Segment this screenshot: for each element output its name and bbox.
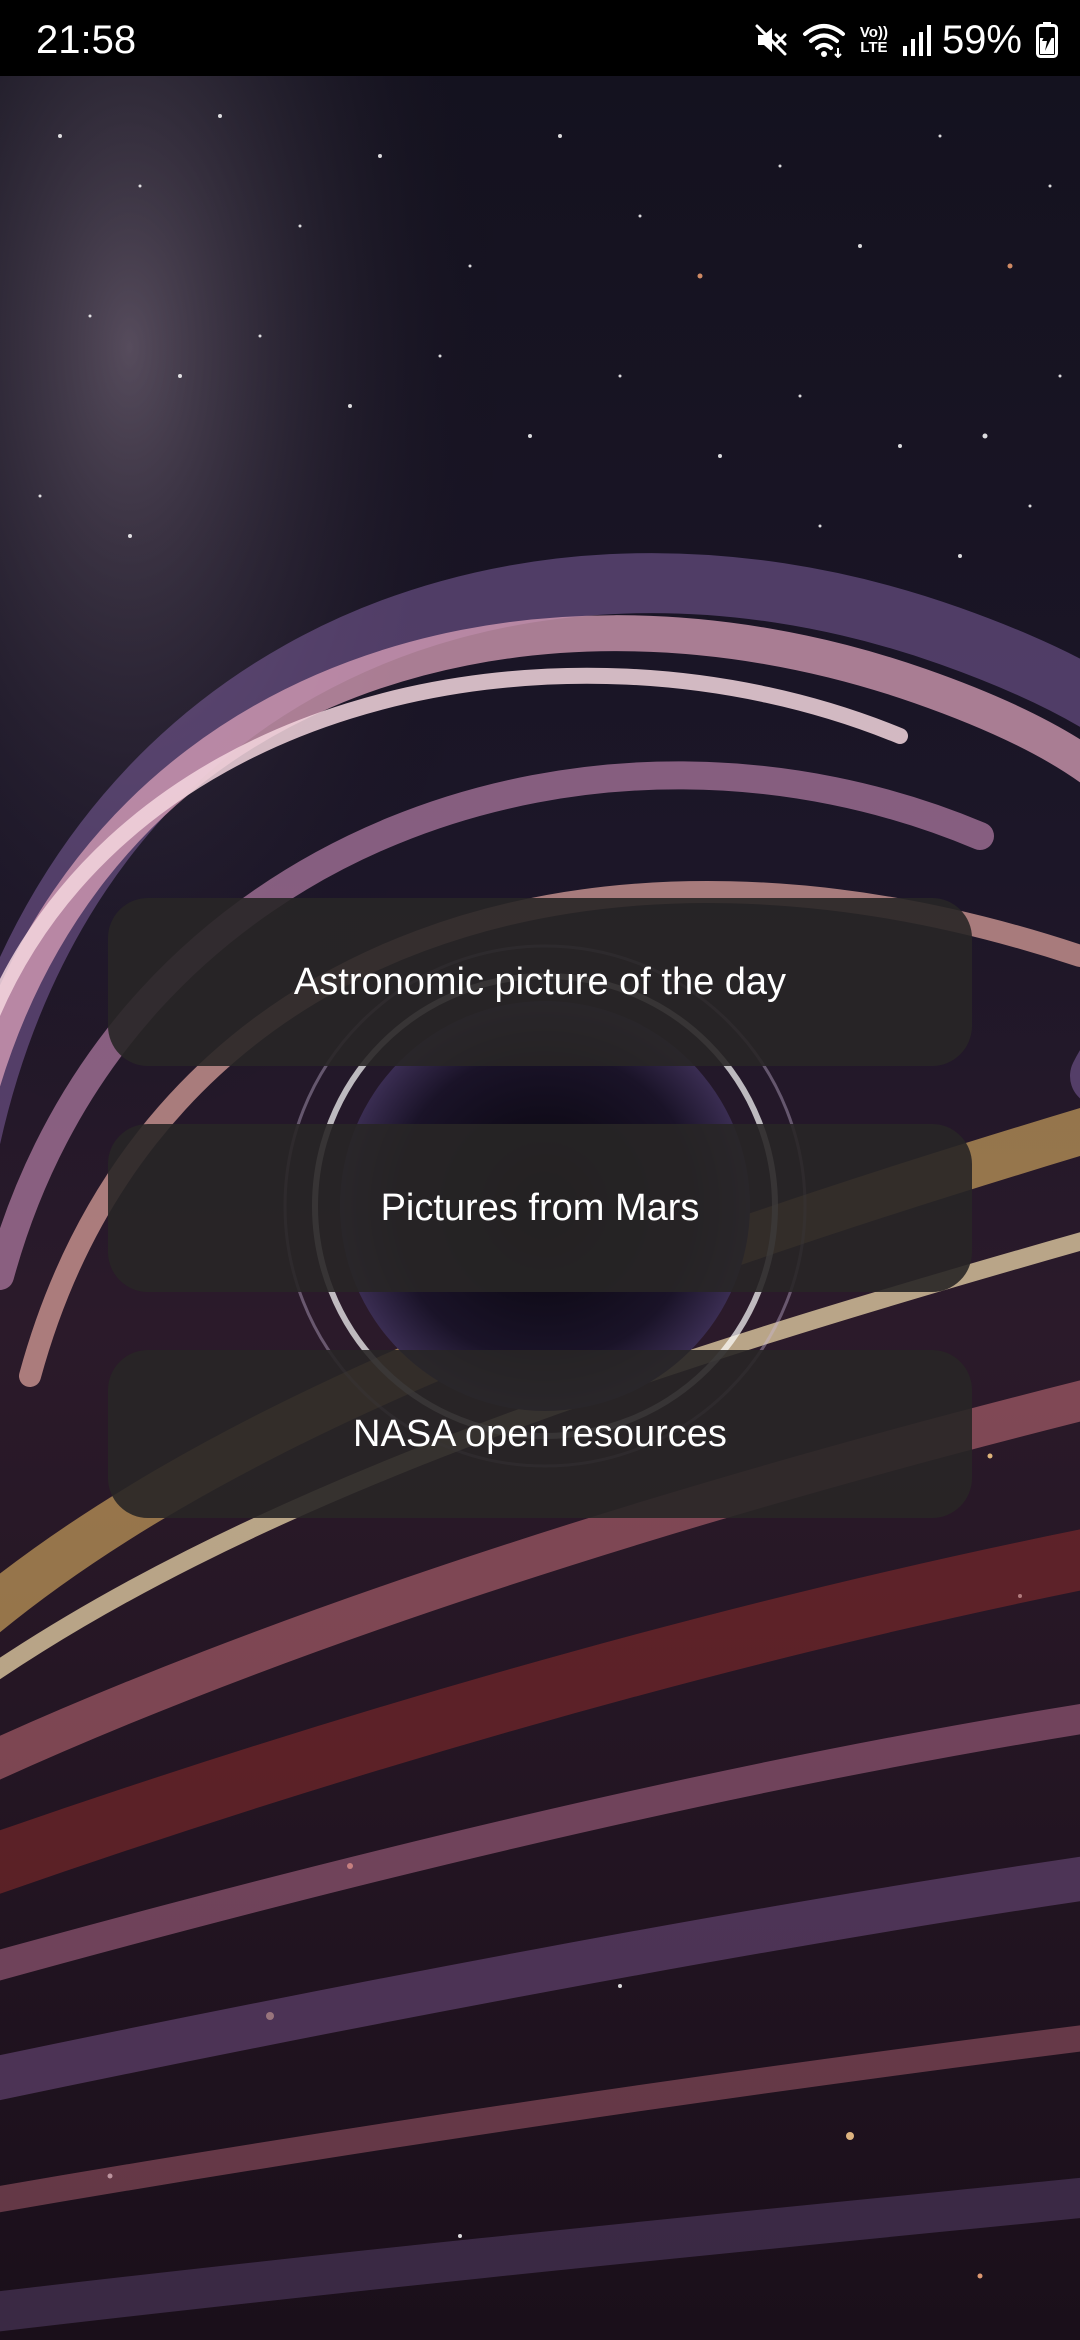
nasa-resources-button[interactable]: NASA open resources	[108, 1350, 972, 1518]
status-icons: Vo)) LTE 59%	[740, 18, 1058, 62]
status-time: 21:58	[36, 18, 137, 62]
volte-bottom-label: LTE	[860, 39, 888, 56]
main-menu: Astronomic picture of the day Pictures f…	[108, 898, 972, 1576]
battery-charging-icon	[1036, 22, 1058, 58]
nasa-resources-label: NASA open resources	[353, 1412, 727, 1455]
volte-top-label: Vo))	[859, 24, 888, 41]
battery-percent: 59%	[941, 18, 1022, 62]
app-screen: 21:58 Vo)) LTE 59% Astronomic picture of…	[0, 0, 1080, 2340]
mars-pictures-label: Pictures from Mars	[380, 1186, 700, 1229]
mute-icon	[754, 23, 788, 57]
astronomic-picture-label: Astronomic picture of the day	[293, 960, 787, 1003]
astronomic-picture-button[interactable]: Astronomic picture of the day	[108, 898, 972, 1066]
volte-icon: Vo)) LTE	[860, 25, 888, 55]
wifi-icon	[802, 22, 846, 58]
signal-icon	[902, 24, 932, 56]
mars-pictures-button[interactable]: Pictures from Mars	[108, 1124, 972, 1292]
status-bar: 21:58 Vo)) LTE 59%	[0, 0, 1080, 76]
